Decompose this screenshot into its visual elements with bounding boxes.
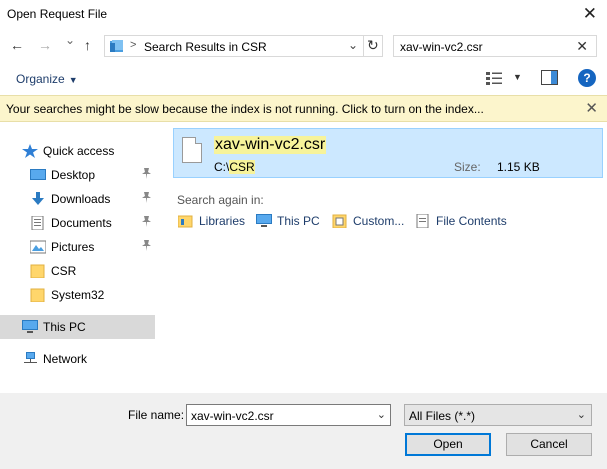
pin-icon[interactable] <box>142 168 151 182</box>
sidebar-item-label: CSR <box>51 264 77 278</box>
result-item[interactable]: xav-win-vc2.csr C:\CSR Size: 1.15 KB <box>173 128 603 178</box>
computer-icon <box>256 214 272 227</box>
libraries-icon <box>178 215 193 228</box>
sidebar-item-csr[interactable]: CSR <box>0 259 155 283</box>
window-title: Open Request File <box>7 7 108 21</box>
recent-locations-chevron-icon[interactable]: ⌄ <box>65 33 75 47</box>
sidebar-item-quick-access[interactable]: Quick access <box>0 139 155 163</box>
result-size-label: Size: <box>454 160 481 174</box>
folder-icon <box>30 264 45 278</box>
sidebar-item-label: Documents <box>51 216 112 230</box>
sidebar-item-this-pc[interactable]: This PC <box>0 315 155 339</box>
computer-icon <box>22 320 38 333</box>
close-icon[interactable]: ✕ <box>585 99 598 117</box>
result-size-value: 1.15 KB <box>497 160 540 174</box>
sidebar-item-system32[interactable]: System32 <box>0 283 155 307</box>
title-bar: Open Request File ✕ <box>0 0 607 30</box>
pin-icon[interactable] <box>142 216 151 230</box>
view-options-icon[interactable] <box>486 71 502 85</box>
sidebar-item-label: Desktop <box>51 168 96 182</box>
sidebar-item-label: Network <box>43 352 88 366</box>
sidebar-item-label: Quick access <box>43 144 115 158</box>
download-icon <box>32 192 44 205</box>
search-query[interactable]: xav-win-vc2.csr <box>400 40 483 54</box>
result-file-name: xav-win-vc2.csr <box>214 136 327 154</box>
breadcrumb-location[interactable]: Search Results in CSR <box>144 40 267 54</box>
pin-icon[interactable] <box>142 192 151 206</box>
cancel-button[interactable]: Cancel <box>506 433 592 456</box>
back-arrow-icon[interactable]: ← <box>10 37 24 53</box>
forward-arrow-icon[interactable]: → <box>38 37 52 53</box>
file-type-select[interactable]: All Files (*.*) ⌄ <box>404 404 592 426</box>
command-bar: Organize ▼ ▼ ? <box>0 64 607 94</box>
preview-pane-icon[interactable] <box>541 70 558 85</box>
sidebar-item-network[interactable]: Network <box>0 347 155 371</box>
footer-panel: File name: xav-win-vc2.csr ⌄ All Files (… <box>0 393 607 469</box>
organize-label: Organize <box>16 72 65 86</box>
filename-value[interactable]: xav-win-vc2.csr <box>191 409 274 423</box>
filename-field[interactable]: xav-win-vc2.csr ⌄ <box>186 404 391 426</box>
search-input[interactable]: xav-win-vc2.csr ✕ <box>393 35 597 57</box>
search-again-label-file-contents: File Contents <box>436 214 507 228</box>
pictures-icon <box>30 240 46 254</box>
result-file-path: C:\CSR <box>214 160 255 174</box>
documents-icon <box>31 216 44 230</box>
sidebar-item-downloads[interactable]: Downloads <box>0 187 155 211</box>
star-icon <box>22 144 38 158</box>
sidebar-item-label: Pictures <box>51 240 95 254</box>
file-contents-icon <box>416 214 429 228</box>
search-again-label-custom: Custom... <box>353 214 405 228</box>
desktop-icon <box>30 169 46 180</box>
search-results-pane: xav-win-vc2.csr C:\CSR Size: 1.15 KB Sea… <box>157 123 607 393</box>
sidebar-item-documents[interactable]: Documents <box>0 211 155 235</box>
pin-icon[interactable] <box>142 240 151 254</box>
search-again-label: Search again in: <box>177 193 264 207</box>
custom-folder-icon <box>332 214 347 228</box>
open-button[interactable]: Open <box>405 433 491 456</box>
navigation-pane: Quick access Desktop Downloads Documents <box>0 123 157 393</box>
refresh-icon[interactable]: ↻ <box>367 37 379 54</box>
help-icon[interactable]: ? <box>578 69 596 87</box>
chevron-down-icon[interactable]: ⌄ <box>577 408 586 421</box>
search-again-label-this-pc: This PC <box>277 214 320 228</box>
view-dropdown-arrow-icon[interactable]: ▼ <box>513 72 522 82</box>
index-warning-bar[interactable]: Your searches might be slow because the … <box>0 95 607 122</box>
filename-label: File name: <box>128 408 185 422</box>
folder-icon <box>30 288 45 302</box>
organize-button[interactable]: Organize ▼ <box>16 72 78 86</box>
clear-search-icon[interactable]: ✕ <box>576 38 588 55</box>
search-folder-icon <box>110 40 123 52</box>
file-icon <box>182 137 202 163</box>
index-warning-text[interactable]: Your searches might be slow because the … <box>6 102 484 116</box>
sidebar-item-label: System32 <box>51 288 105 302</box>
file-type-value[interactable]: All Files (*.*) <box>409 409 475 423</box>
chevron-down-icon[interactable]: ⌄ <box>377 408 386 421</box>
search-again-label-libraries: Libraries <box>199 214 246 228</box>
address-bar[interactable]: > Search Results in CSR ⌄ <box>104 35 383 57</box>
dropdown-arrow-icon: ▼ <box>68 75 78 85</box>
sidebar-item-label: Downloads <box>51 192 111 206</box>
close-icon[interactable]: ✕ <box>583 4 597 24</box>
sidebar-item-pictures[interactable]: Pictures <box>0 235 155 259</box>
refresh-button[interactable]: ↻ <box>363 35 383 57</box>
sidebar-item-label: This PC <box>43 320 86 334</box>
network-icon <box>24 352 37 363</box>
up-arrow-icon[interactable]: ↑ <box>84 37 91 53</box>
breadcrumb-separator-icon[interactable]: > <box>130 39 136 51</box>
chevron-down-icon[interactable]: ⌄ <box>348 38 358 52</box>
sidebar-item-desktop[interactable]: Desktop <box>0 163 155 187</box>
